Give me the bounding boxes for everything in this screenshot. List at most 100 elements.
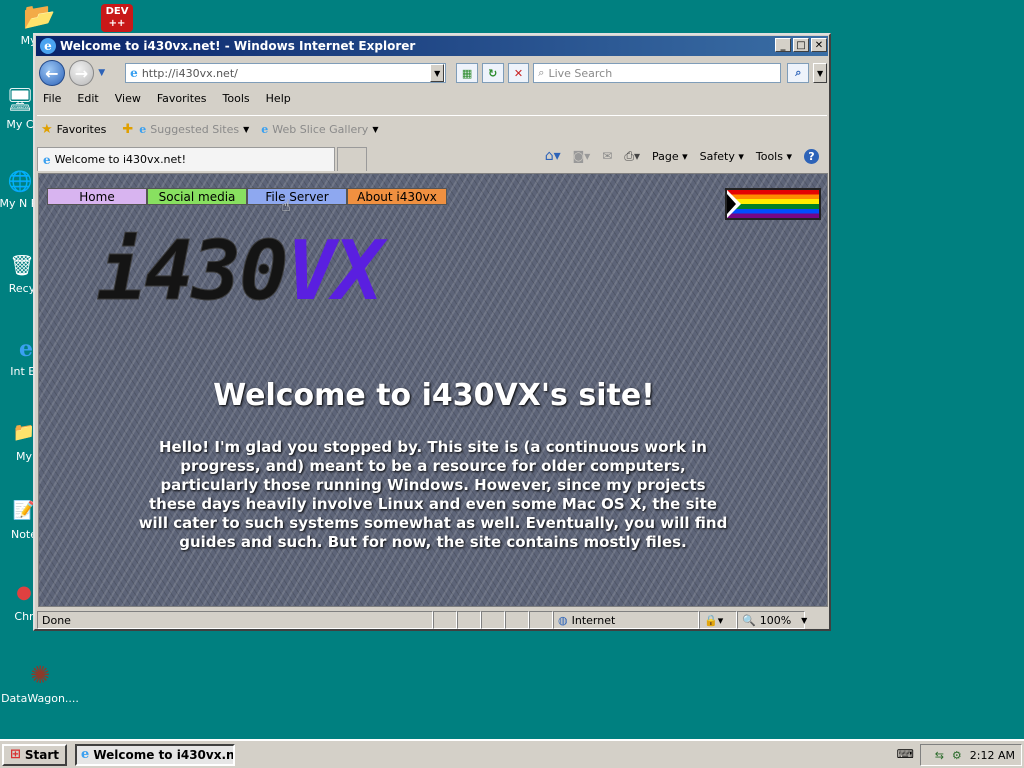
tray-icon[interactable]: ⚙	[952, 749, 962, 762]
chevron-down-icon: ▼	[801, 615, 808, 625]
menu-help[interactable]: Help	[266, 92, 291, 105]
search-button[interactable]: ⌕	[787, 63, 810, 83]
dev-icon-line2: ++	[108, 18, 126, 29]
feeds-icon[interactable]: ◙▾	[573, 149, 591, 163]
taskbar-button-label: Welcome to i430vx.n...	[93, 747, 236, 762]
search-options-button[interactable]: ▼	[813, 63, 827, 83]
forward-button[interactable]: →	[68, 60, 95, 86]
dev-icon-line1: DEV	[105, 6, 129, 17]
flag-chevron-inner	[727, 194, 736, 214]
page-menu-label: Page	[651, 149, 679, 163]
search-input[interactable]: ⌕ Live Search	[533, 63, 782, 83]
refresh-icon[interactable]: ↻	[481, 63, 504, 83]
command-bar: ⌂▾ ◙▾ ✉ ⎙▾ Page ▾ Safety ▾ Tools ▾ ?	[545, 148, 819, 164]
menu-file[interactable]: File	[43, 92, 61, 105]
start-button[interactable]: ⊞ Start	[2, 743, 68, 766]
desktop-icon-label: My	[15, 450, 32, 463]
folder-icon: 📂	[23, 2, 56, 32]
datawagon-icon: ✺	[29, 661, 51, 689]
window-title: Welcome to i430vx.net! - Windows Interne…	[60, 39, 416, 53]
ie-page-icon: e	[261, 123, 269, 136]
address-dropdown-button[interactable]: ▼	[430, 64, 445, 82]
chevron-down-icon: ▼	[243, 125, 250, 134]
favorites-bar: ★ Favorites ✚ e Suggested Sites ▼ e Web Slic…	[37, 115, 827, 143]
dev-cpp-icon[interactable]: DEV ++	[101, 4, 133, 32]
status-pane	[481, 611, 505, 629]
search-placeholder: Live Search	[548, 66, 613, 80]
start-label: Start	[24, 747, 60, 762]
nav-file-server-link[interactable]: File Server	[247, 188, 347, 205]
intro-paragraph: Hello! I'm glad you stopped by. This sit…	[138, 438, 728, 551]
network-tray-icon[interactable]: ⇆	[935, 749, 944, 762]
clock[interactable]: 2:12 AM	[970, 749, 1015, 762]
keyboard-icon[interactable]: ⌨	[897, 747, 914, 761]
address-bar[interactable]: e http://i430vx.net/ ▼	[125, 63, 447, 83]
page-menu[interactable]: Page ▾	[652, 150, 688, 163]
zoom-control[interactable]: 🔍 100% ▼	[737, 611, 808, 629]
ie-window: e Welcome to i430vx.net! - Windows Inter…	[33, 33, 831, 631]
desktop-icon-label: Chr	[14, 610, 34, 623]
logo-part2: VX	[286, 224, 383, 319]
status-bar: Done ◍ Internet 🔒▾ 🔍 100% ▼	[37, 610, 829, 630]
help-icon[interactable]: ?	[804, 148, 819, 164]
network-icon: 🌐	[7, 169, 33, 193]
ie-icon: e	[40, 38, 56, 54]
safety-menu-label: Safety	[699, 149, 735, 163]
logo-part1: i430	[96, 224, 288, 320]
back-button[interactable]: ←	[39, 60, 65, 86]
desktop-icon-label: My C	[6, 118, 34, 131]
favorites-button[interactable]: ★ Favorites	[41, 122, 106, 137]
status-pane	[457, 611, 481, 629]
tab-active[interactable]: e Welcome to i430vx.net!	[37, 147, 335, 171]
site-logo: i430VX	[96, 224, 383, 320]
globe-icon: ◍	[558, 613, 568, 627]
nav-social-media-link[interactable]: Social media	[147, 188, 247, 205]
ie-page-icon: e	[139, 123, 147, 136]
zone-indicator[interactable]: ◍ Internet	[553, 611, 699, 629]
menu-view[interactable]: View	[115, 92, 141, 105]
tools-menu[interactable]: Tools ▾	[756, 150, 792, 163]
print-icon[interactable]: ⎙▾	[624, 149, 640, 164]
title-bar[interactable]: e Welcome to i430vx.net! - Windows Inter…	[36, 36, 828, 56]
menu-bar: File Edit View Favorites Tools Help	[43, 92, 291, 105]
maximize-button[interactable]: □	[793, 38, 809, 52]
tools-menu-label: Tools	[755, 149, 783, 163]
suggested-sites-label: Suggested Sites	[150, 123, 240, 136]
desktop-icon-datawagon[interactable]: ✺ DataWagon....	[0, 660, 80, 705]
compatibility-view-icon[interactable]: ▦	[456, 63, 478, 83]
close-button[interactable]: ✕	[811, 38, 827, 52]
star-icon: ★	[41, 122, 53, 137]
suggested-sites-button[interactable]: e Suggested Sites ▼	[139, 123, 249, 136]
protected-mode-icon[interactable]: 🔒▾	[699, 611, 737, 629]
pride-flag-image	[725, 188, 821, 220]
ie-page-icon: e	[43, 152, 51, 167]
taskbar-ie-button[interactable]: e Welcome to i430vx.n...	[75, 743, 236, 766]
chevron-down-icon: ▼	[372, 125, 379, 134]
address-input[interactable]: http://i430vx.net/	[142, 67, 238, 80]
zoom-icon: 🔍	[742, 613, 756, 627]
add-favorites-icon[interactable]: ✚	[122, 122, 133, 137]
menu-edit[interactable]: Edit	[77, 92, 98, 105]
system-tray: ⇆ ⚙ 2:12 AM	[920, 744, 1022, 766]
new-tab-button[interactable]	[337, 147, 367, 171]
menu-tools[interactable]: Tools	[223, 92, 250, 105]
status-label: Done	[42, 613, 71, 627]
web-slice-gallery-button[interactable]: e Web Slice Gallery ▼	[261, 123, 378, 136]
recent-pages-dropdown-icon[interactable]: ▼	[98, 68, 105, 78]
web-slice-label: Web Slice Gallery	[272, 123, 369, 136]
home-icon[interactable]: ⌂▾	[545, 148, 561, 164]
status-pane	[505, 611, 529, 629]
mail-icon[interactable]: ✉	[602, 149, 612, 163]
desktop-icon-label: DataWagon....	[1, 692, 79, 705]
status-text: Done	[37, 611, 433, 629]
ie-icon: e	[81, 747, 90, 762]
stop-icon[interactable]: ✕	[507, 63, 530, 83]
status-pane	[529, 611, 553, 629]
minimize-button[interactable]: _	[775, 38, 791, 52]
safety-menu[interactable]: Safety ▾	[700, 150, 744, 163]
menu-favorites[interactable]: Favorites	[157, 92, 207, 105]
nav-about-link[interactable]: About i430vx	[347, 188, 447, 205]
mouse-cursor-icon: ☝	[281, 196, 291, 215]
search-icon: ⌕	[538, 66, 545, 79]
nav-home-link[interactable]: Home	[47, 188, 147, 205]
